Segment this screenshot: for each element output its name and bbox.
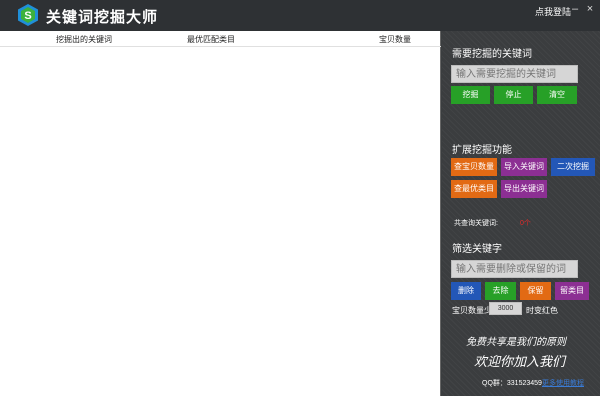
tutorial-link[interactable]: 更多使用教程 [542, 378, 584, 388]
mine-section-title: 需要挖掘的关键词 [452, 49, 532, 60]
column-header-keyword[interactable]: 挖掘出的关键词 [56, 34, 112, 45]
keyword-input[interactable] [451, 65, 578, 83]
remove-button[interactable]: 去除 [485, 282, 516, 300]
best-category-button[interactable]: 查最优类目 [451, 180, 497, 198]
keep-button[interactable]: 保留 [520, 282, 551, 300]
total-keywords-value: 0个 [520, 220, 531, 227]
title-bar: S 关键词挖掘大师 点我登陆 – × [0, 0, 600, 31]
count-threshold-suffix: 时变红色 [526, 306, 558, 315]
svg-text:S: S [24, 10, 31, 22]
qq-group-label: QQ群：331523459 [482, 380, 542, 387]
table-header: 挖掘出的关键词 最优匹配类目 宝贝数量 [0, 31, 441, 47]
stop-button[interactable]: 停止 [494, 86, 533, 104]
mine-button[interactable]: 挖掘 [451, 86, 490, 104]
control-panel: 需要挖掘的关键词 挖掘 停止 清空 扩展挖掘功能 查宝贝数量 导入关键词 二次挖… [442, 31, 600, 396]
login-link[interactable]: 点我登陆 [535, 5, 571, 18]
check-count-button[interactable]: 查宝贝数量 [451, 158, 497, 176]
slogan-line-1: 免费共享是我们的原则 [466, 337, 566, 348]
delete-button[interactable]: 删除 [451, 282, 481, 300]
slogan-line-2: 欢迎你加入我们 [474, 355, 566, 370]
second-mine-button[interactable]: 二次挖掘 [551, 158, 595, 176]
column-header-category[interactable]: 最优匹配类目 [187, 34, 235, 45]
close-icon: × [586, 3, 594, 15]
extended-section-title: 扩展挖掘功能 [452, 145, 512, 156]
table-body[interactable] [0, 47, 441, 396]
keep-category-button[interactable]: 留类目 [555, 282, 589, 300]
total-keywords-label: 共查询关键词: [454, 220, 498, 227]
filter-section-title: 筛选关键字 [452, 244, 502, 255]
import-keywords-button[interactable]: 导入关键词 [501, 158, 547, 176]
app-title: 关键词挖掘大师 [46, 9, 159, 26]
results-table: 挖掘出的关键词 最优匹配类目 宝贝数量 [0, 31, 441, 396]
minimize-button[interactable]: – [568, 3, 582, 15]
close-button[interactable]: × [583, 3, 597, 15]
minimize-icon: – [571, 3, 579, 15]
app-logo-icon: S [18, 4, 38, 26]
column-header-count[interactable]: 宝贝数量 [379, 34, 411, 45]
clear-button[interactable]: 清空 [537, 86, 577, 104]
count-threshold-input[interactable] [489, 302, 522, 315]
filter-input[interactable] [451, 260, 578, 278]
export-keywords-button[interactable]: 导出关键词 [501, 180, 547, 198]
